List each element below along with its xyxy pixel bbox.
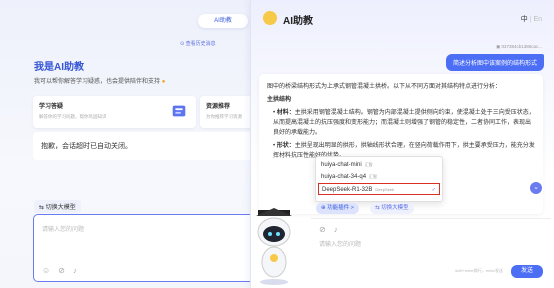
lang-en[interactable]: En	[533, 16, 542, 23]
attach-icon[interactable]: ⊘	[58, 266, 65, 275]
check-icon: ✓	[431, 187, 436, 193]
panel-input-tools: ⊘ ♪	[319, 225, 338, 234]
question-input-placeholder: 请输入您的问题	[42, 227, 85, 233]
page-title: 我是AI助教	[34, 62, 84, 73]
model-option[interactable]: huiya-chat-34-q4 汇智	[316, 171, 442, 183]
left-page: AI助教 ⊙ 查看历史消息 我是AI助教 我可以帮你解答学习疑惑，也会提供陪伴和…	[0, 0, 260, 288]
card-qa[interactable]: 学习答疑 解答你的学习问题，帮你巩固知识	[33, 96, 196, 128]
card-qa-desc: 解答你的学习问题，帮你巩固知识	[39, 114, 107, 119]
card-resources-desc: 为你推荐学习资源	[206, 114, 242, 119]
question-input-box[interactable]: 请输入您的问题 ☺ ⊘ ♪	[33, 214, 260, 282]
answer-heading: 主拱结构	[267, 97, 292, 103]
input-tools: ☺ ⊘ ♪	[42, 266, 77, 275]
mascot-robot-icon	[256, 208, 292, 285]
model-option[interactable]: huiya-chat-mini 汇智	[316, 159, 442, 171]
message-meta: ▣ 037384cb1386cac...	[495, 44, 542, 49]
input-hint: shift+enter换行，enter发送	[455, 268, 503, 273]
switch-model-label: 切换大模型	[45, 205, 76, 211]
scroll-down-icon[interactable]: ⌄	[530, 182, 542, 194]
function-plugin-chip[interactable]: ⊕ 功能插件 >	[316, 203, 359, 214]
book-icon	[172, 105, 186, 117]
panel-input-box[interactable]: ⊘ ♪ 请输入您的问题 shift+enter换行，enter发送 发送	[311, 218, 551, 284]
card-resources-title: 资源推荐	[206, 104, 231, 110]
assistant-logo-icon	[263, 11, 277, 25]
panel-input-placeholder: 请输入您的问题	[319, 242, 362, 248]
timeout-notice: 抱歉，会话超时已自动关闭。	[33, 132, 260, 160]
answer-bullet-material: • 材料：主拱采用钢管混凝土结构。钢管为内部混凝土提供侧向约束，使混凝土处于三向…	[273, 110, 535, 136]
language-switch[interactable]: 中 | En	[521, 14, 542, 24]
model-dropdown[interactable]: huiya-chat-mini 汇智 huiya-chat-34-q4 汇智 Dee…	[315, 156, 443, 202]
microphone-icon[interactable]: ♪	[73, 266, 77, 275]
emoji-icon[interactable]: ☺	[42, 266, 50, 275]
ai-assistant-tab[interactable]: AI助教	[198, 14, 248, 28]
user-message: 简述分析图中该案例的结构形式	[445, 54, 544, 71]
lang-separator: |	[529, 16, 532, 23]
switch-model-button[interactable]: ⇆ 切换大模型	[34, 200, 81, 213]
attach-icon[interactable]: ⊘	[319, 225, 326, 234]
history-link-label: 查看历史消息	[185, 41, 216, 47]
answer-intro: 图中的桥梁结构形式为上承式钢管混凝土拱桥。以下从不同方面对其结构特点进行分析：	[267, 84, 502, 90]
history-link[interactable]: ⊙ 查看历史消息	[180, 40, 216, 47]
switch-model-chip[interactable]: ⇆ 切换大模型	[370, 203, 414, 214]
microphone-icon[interactable]: ♪	[334, 225, 338, 234]
card-qa-title: 学习答疑	[39, 104, 64, 110]
send-button[interactable]: 发送	[511, 265, 543, 278]
panel-title: AI助教	[283, 16, 313, 27]
page-subtitle: 我可以帮你解答学习疑惑，也会提供陪伴和支持 ●	[34, 79, 166, 85]
lang-zh[interactable]: 中	[521, 16, 528, 23]
model-option-selected[interactable]: DeepSeek-R1-32B DeepSeek ✓	[318, 183, 440, 195]
